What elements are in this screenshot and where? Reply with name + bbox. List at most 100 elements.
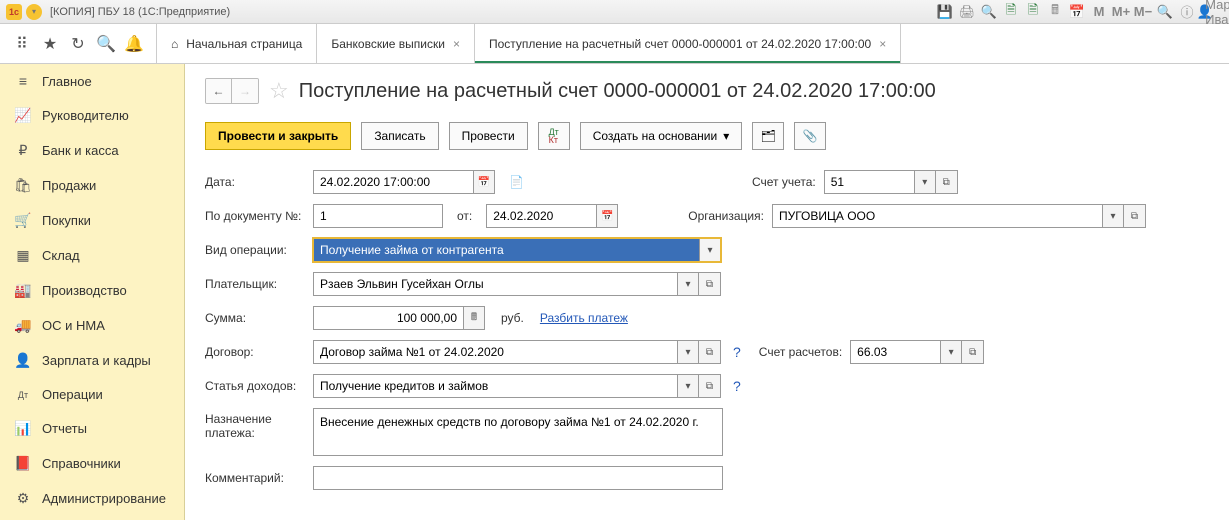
contract-input[interactable] — [313, 340, 677, 364]
sidebar-item-main[interactable]: ≡Главное — [0, 64, 184, 98]
sidebar-item-catalogs[interactable]: 📕Справочники — [0, 446, 184, 481]
sidebar-item-label: Склад — [42, 248, 80, 263]
notifications-icon[interactable]: 🔔 — [122, 32, 146, 56]
contract-label: Договор: — [205, 345, 305, 359]
sidebar-item-label: Администрирование — [42, 491, 166, 506]
calendar-icon[interactable]: 📅 — [596, 204, 618, 228]
sidebar-item-reports[interactable]: 📊Отчеты — [0, 411, 184, 446]
m-minus-icon[interactable]: M− — [1135, 4, 1151, 20]
preview-icon[interactable]: 🔍 — [981, 4, 997, 20]
create-based-on-button[interactable]: Создать на основании ▾ — [580, 122, 743, 150]
calculator-icon[interactable]: 🖩 — [1047, 4, 1063, 20]
structure-button[interactable]: 🗂 — [752, 122, 784, 150]
tab-label: Начальная страница — [186, 37, 302, 51]
zoom-icon[interactable]: 🔍 — [1157, 4, 1173, 20]
sidebar-item-operations[interactable]: ДтОперации — [0, 378, 184, 411]
app-menu-dropdown[interactable]: ▾ — [26, 4, 42, 20]
sidebar-item-assets[interactable]: 🚚ОС и НМА — [0, 308, 184, 343]
sidebar-item-label: Покупки — [42, 213, 91, 228]
chevron-down-icon[interactable]: ▾ — [677, 340, 699, 364]
sidebar: ≡Главное 📈Руководителю ₽Банк и касса 🛍Пр… — [0, 64, 185, 520]
book-icon: 📕 — [14, 455, 32, 472]
cart-icon: 🛒 — [14, 212, 32, 229]
nav-forward-button[interactable]: → — [232, 79, 258, 103]
doc-date-input[interactable] — [486, 204, 596, 228]
factory-icon: 🏭 — [14, 282, 32, 299]
post-and-close-button[interactable]: Провести и закрыть — [205, 122, 351, 150]
write-button[interactable]: Записать — [361, 122, 438, 150]
gear-icon: ⚙ — [14, 490, 32, 507]
sidebar-item-hr[interactable]: 👤Зарплата и кадры — [0, 343, 184, 378]
calculator-icon[interactable]: 🖩 — [463, 306, 485, 330]
chevron-down-icon[interactable]: ▾ — [940, 340, 962, 364]
m-plus-icon[interactable]: M+ — [1113, 4, 1129, 20]
account-input[interactable] — [824, 170, 914, 194]
chevron-down-icon[interactable]: ▾ — [699, 238, 721, 262]
chevron-down-icon[interactable]: ▾ — [914, 170, 936, 194]
close-icon[interactable]: × — [453, 37, 460, 51]
open-icon[interactable]: ⧉ — [936, 170, 958, 194]
print-icon[interactable]: 🖨 — [959, 4, 975, 20]
person-icon: 👤 — [14, 352, 32, 369]
sidebar-item-sales[interactable]: 🛍Продажи — [0, 168, 184, 203]
nav-back-button[interactable]: ← — [206, 79, 232, 103]
info-icon[interactable]: ⓘ — [1179, 4, 1195, 20]
org-label: Организация: — [688, 209, 764, 223]
chevron-down-icon[interactable]: ▾ — [1102, 204, 1124, 228]
sidebar-item-label: Производство — [42, 283, 127, 298]
save-icon[interactable]: 💾 — [937, 4, 953, 20]
dtkt-button[interactable]: ДтКт — [538, 122, 570, 150]
favorite-star-icon[interactable]: ☆ — [269, 78, 289, 104]
help-icon[interactable]: ? — [729, 378, 745, 394]
doc-no-label: По документу №: — [205, 209, 305, 223]
m-icon[interactable]: M — [1091, 4, 1107, 20]
sidebar-item-label: Банк и касса — [42, 143, 119, 158]
ledger-icon[interactable]: 📄 — [509, 175, 524, 189]
org-input[interactable] — [772, 204, 1102, 228]
sidebar-item-purchases[interactable]: 🛒 Покупки — [0, 203, 184, 238]
user-indicator[interactable]: 👤 Мария Ивано — [1207, 4, 1223, 20]
sidebar-item-production[interactable]: 🏭 Производство — [0, 273, 184, 308]
op-type-input[interactable] — [313, 238, 699, 262]
favorite-icon[interactable]: ★ — [38, 32, 62, 56]
comment-label: Комментарий: — [205, 471, 305, 485]
purpose-textarea[interactable] — [313, 408, 723, 456]
sidebar-item-manager[interactable]: 📈Руководителю — [0, 98, 184, 133]
payer-input[interactable] — [313, 272, 677, 296]
barchart-icon: 📊 — [14, 420, 32, 437]
open-icon[interactable]: ⧉ — [699, 272, 721, 296]
post-button[interactable]: Провести — [449, 122, 528, 150]
doc-no-input[interactable] — [313, 204, 443, 228]
history-icon[interactable]: ↻ — [66, 32, 90, 56]
date-input[interactable] — [313, 170, 473, 194]
calendar-icon[interactable]: 📅 — [1069, 4, 1085, 20]
amount-input[interactable] — [313, 306, 463, 330]
calc-account-input[interactable] — [850, 340, 940, 364]
chevron-down-icon[interactable]: ▾ — [677, 374, 699, 398]
tab-home[interactable]: ⌂ Начальная страница — [157, 24, 317, 63]
sidebar-item-label: Руководителю — [42, 108, 129, 123]
from-label: от: — [457, 209, 472, 223]
window-title: [КОПИЯ] ПБУ 18 (1С:Предприятие) — [50, 6, 230, 18]
attach-button[interactable]: 📎 — [794, 122, 826, 150]
chevron-down-icon[interactable]: ▾ — [677, 272, 699, 296]
open-icon[interactable]: ⧉ — [962, 340, 984, 364]
tab-bank-statements[interactable]: Банковские выписки × — [317, 24, 475, 63]
compare2-icon[interactable]: 🗎 — [1025, 4, 1041, 20]
sidebar-item-bank[interactable]: ₽Банк и касса — [0, 133, 184, 168]
apps-icon[interactable]: ⠿ — [10, 32, 34, 56]
close-icon[interactable]: × — [879, 37, 886, 51]
split-payment-link[interactable]: Разбить платеж — [540, 311, 628, 325]
sidebar-item-admin[interactable]: ⚙ Администрирование — [0, 481, 184, 516]
income-item-input[interactable] — [313, 374, 677, 398]
search-icon[interactable]: 🔍 — [94, 32, 118, 56]
tab-receipt[interactable]: Поступление на расчетный счет 0000-00000… — [475, 24, 901, 63]
sidebar-item-warehouse[interactable]: ▦Склад — [0, 238, 184, 273]
compare-icon[interactable]: 🗎 — [1003, 4, 1019, 20]
open-icon[interactable]: ⧉ — [699, 340, 721, 364]
open-icon[interactable]: ⧉ — [1124, 204, 1146, 228]
comment-input[interactable] — [313, 466, 723, 490]
calendar-icon[interactable]: 📅 — [473, 170, 495, 194]
open-icon[interactable]: ⧉ — [699, 374, 721, 398]
help-icon[interactable]: ? — [729, 344, 745, 360]
